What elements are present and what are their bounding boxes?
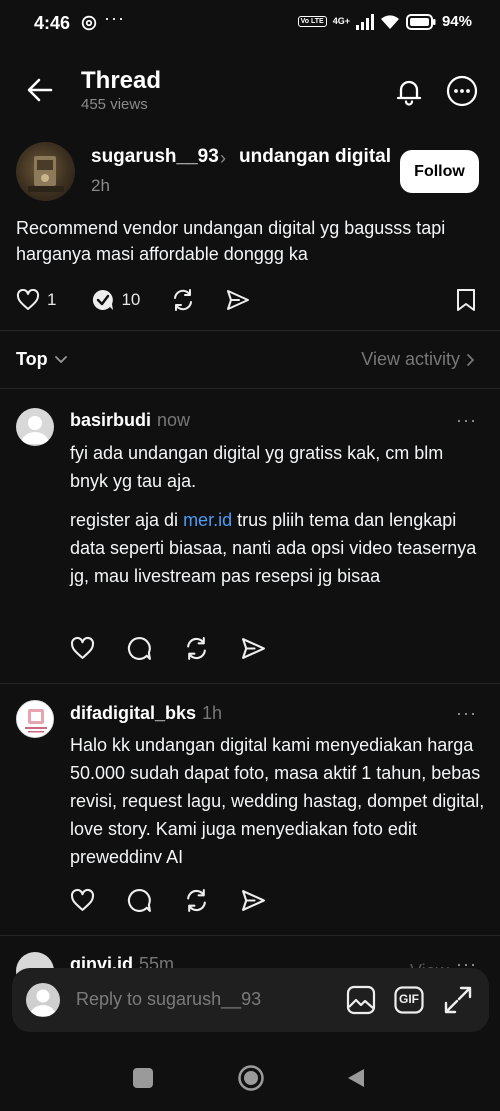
reply-username[interactable]: difadigital_bks — [70, 703, 196, 723]
reply-avatar[interactable] — [16, 700, 54, 738]
reply-actions — [70, 636, 266, 661]
bookmark-icon[interactable] — [455, 288, 477, 312]
default-avatar-icon — [30, 989, 56, 1016]
topic-tag[interactable]: undangan digital — [239, 146, 391, 168]
op-avatar[interactable] — [16, 142, 75, 201]
gif-button[interactable]: GIF — [394, 986, 424, 1014]
comment-icon[interactable] — [127, 636, 152, 661]
difa-logo-icon — [25, 709, 47, 733]
topic-chevron-icon: › — [220, 148, 226, 168]
reply-actions — [70, 888, 266, 913]
op-actions: 1 10 — [16, 285, 250, 315]
reply-more-icon[interactable]: ··· — [456, 703, 477, 724]
like-count: 1 — [47, 290, 57, 309]
view-count: 455 views — [81, 96, 148, 113]
status-right: Vo LTE 4G+ 94% — [297, 13, 472, 30]
divider — [0, 935, 500, 936]
share-icon[interactable] — [241, 888, 266, 913]
status-time: 4:46 — [34, 13, 71, 33]
op-username[interactable]: sugarush__93 — [91, 146, 219, 168]
threads-icon — [81, 15, 97, 31]
heart-icon[interactable] — [70, 888, 95, 913]
page-title: Thread — [81, 67, 162, 94]
reply-timestamp: 1h — [202, 703, 223, 723]
reply-username[interactable]: basirbudi — [70, 410, 151, 430]
signal-icon — [355, 13, 374, 30]
battery-percent: 94% — [441, 13, 472, 30]
chevron-right-icon — [467, 353, 475, 366]
back-arrow-icon[interactable] — [26, 76, 54, 104]
heart-icon — [16, 289, 40, 310]
image-icon[interactable] — [346, 985, 376, 1015]
status-more-dots: ··· — [104, 8, 125, 28]
reply-text-part: register aja di — [70, 510, 184, 530]
volte-badge: Vo LTE — [297, 16, 327, 27]
reply-text: fyi ada undangan digital yg gratiss kak,… — [70, 443, 444, 491]
share-icon[interactable] — [241, 636, 266, 661]
sort-dropdown[interactable]: Top — [16, 349, 68, 370]
divider — [0, 388, 500, 389]
gif-label: GIF — [399, 992, 419, 1006]
wifi-icon — [380, 14, 399, 29]
recents-button[interactable] — [133, 1068, 153, 1088]
nav-back-button[interactable] — [345, 1067, 367, 1089]
reply-check-icon — [93, 289, 114, 310]
reply-text: register aja di mer.id trus pliih tema d… — [70, 506, 485, 590]
composer-avatar — [26, 983, 60, 1017]
expand-icon[interactable] — [443, 985, 473, 1015]
avatar-image — [28, 156, 64, 192]
repost-icon[interactable] — [171, 288, 195, 312]
reply-avatar[interactable] — [16, 408, 54, 446]
share-icon[interactable] — [226, 289, 250, 311]
reply-header: difadigital_bks 1h — [70, 703, 222, 724]
view-activity-link[interactable]: View activity — [361, 349, 476, 370]
repost-icon[interactable] — [184, 888, 209, 913]
comment-icon[interactable] — [127, 888, 152, 913]
default-avatar-icon — [21, 416, 49, 444]
battery-icon — [405, 13, 436, 30]
reply-count: 10 — [121, 290, 141, 309]
follow-button[interactable]: Follow — [400, 150, 479, 193]
network-type: 4G+ — [332, 16, 350, 26]
view-activity-label: View activity — [361, 349, 460, 369]
home-button[interactable] — [237, 1064, 265, 1092]
reply-link[interactable]: mer.id — [183, 510, 232, 530]
reply-input[interactable]: Reply to sugarush__93 — [76, 989, 261, 1010]
reply-button[interactable]: 10 — [92, 289, 140, 311]
reply-text: Halo kk undangan digital kami menyediaka… — [70, 735, 485, 867]
reply-more-icon[interactable]: ··· — [456, 410, 477, 431]
divider — [0, 330, 500, 331]
reply-timestamp: now — [157, 410, 191, 430]
reply-header: basirbudi now — [70, 410, 190, 431]
status-bar: 4:46 ··· Vo LTE 4G+ 94% — [0, 0, 500, 48]
repost-icon[interactable] — [184, 636, 209, 661]
like-button[interactable]: 1 — [16, 289, 56, 311]
op-body: Recommend vendor undangan digital yg bag… — [16, 218, 446, 264]
chevron-down-icon — [54, 355, 67, 363]
bell-icon[interactable] — [394, 76, 424, 106]
heart-icon[interactable] — [70, 636, 95, 661]
sort-label: Top — [16, 349, 48, 369]
more-options-icon[interactable] — [446, 75, 478, 107]
divider — [0, 683, 500, 684]
op-timestamp: 2h — [91, 176, 110, 195]
